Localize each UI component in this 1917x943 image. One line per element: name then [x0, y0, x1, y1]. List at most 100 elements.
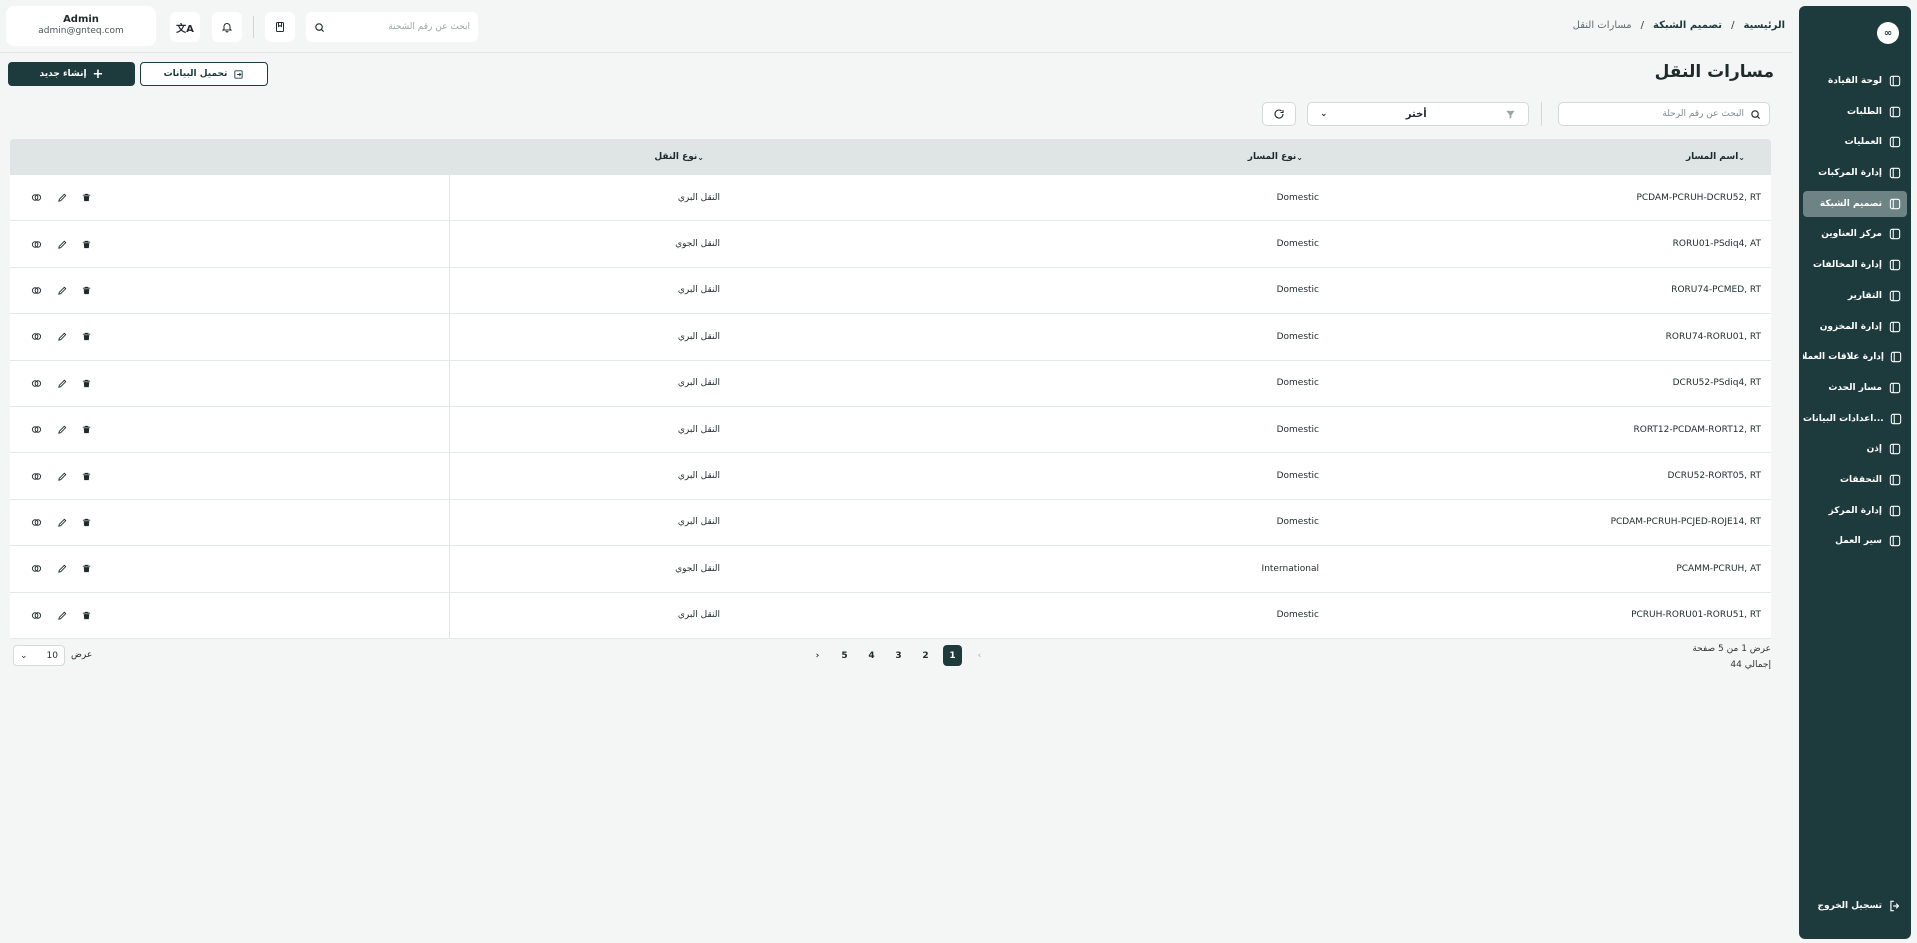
table-row[interactable]: RORU74-RORU01, RT Domestic النقل البري	[10, 314, 1771, 361]
sidebar-item-label: الطلبات	[1846, 106, 1882, 117]
table-row[interactable]: DCRU52-PSdiq4, RT Domestic النقل البري	[10, 360, 1771, 407]
filter-select[interactable]: ⌄ أختر	[1307, 102, 1529, 126]
delete-button[interactable]	[76, 373, 96, 393]
edit-button[interactable]	[52, 559, 72, 579]
link-button[interactable]	[25, 604, 47, 626]
trash-icon	[82, 425, 90, 434]
breadcrumb-home[interactable]: الرئيسية	[1743, 20, 1785, 31]
delete-button[interactable]	[76, 512, 96, 532]
sidebar-item-dashboard[interactable]: لوحة القيادة	[1803, 68, 1907, 94]
route-name-cell: RORU74-PCMED, RT	[1671, 285, 1761, 296]
user-card[interactable]: Admin admin@gnteq.com	[6, 6, 156, 46]
edit-button[interactable]	[52, 512, 72, 532]
delete-button[interactable]	[76, 605, 96, 625]
edit-button[interactable]	[52, 466, 72, 486]
link-button[interactable]	[25, 187, 47, 209]
link-button[interactable]	[25, 558, 47, 580]
delete-button[interactable]	[76, 559, 96, 579]
table-row[interactable]: PCDAM-PCRUH-DCRU52, RT Domestic النقل البر…	[10, 175, 1771, 222]
table-row[interactable]: RORU01-PSdiq4, AT Domestic النقل الجوي	[10, 221, 1771, 268]
table-row[interactable]: PCRUH-RORU01-RORU51, RT Domestic النقل الب…	[10, 592, 1771, 639]
network-icon	[1887, 196, 1903, 212]
trip-search-input[interactable]: البحث عن رقم الرحلة	[1558, 102, 1770, 126]
page-4-button[interactable]: 4	[862, 645, 881, 666]
route-icon	[1887, 380, 1903, 396]
pencil-icon	[57, 611, 66, 620]
sidebar-item-center[interactable]: إدارة المركز	[1803, 498, 1907, 524]
prev-page-button[interactable]: ‹	[970, 645, 989, 666]
transport-mode-cell: النقل البري	[677, 517, 720, 528]
table-row[interactable]: PCAMM-PCRUH, AT International النقل الجوي	[10, 546, 1771, 593]
sidebar-item-network[interactable]: تصميم الشبكة	[1803, 190, 1907, 217]
refresh-button[interactable]	[1262, 102, 1296, 126]
bookmark-button[interactable]	[265, 12, 295, 42]
page-5-button[interactable]: 5	[835, 645, 854, 666]
shipment-search[interactable]: ابحث عن رقم الشحنة	[306, 12, 478, 42]
sidebar-item-crm[interactable]: إدارة علاقات العملاء	[1803, 344, 1907, 370]
edit-button[interactable]	[52, 605, 72, 625]
edit-button[interactable]	[52, 234, 72, 254]
sidebar-item-violations[interactable]: إدارة المخالفات	[1803, 252, 1907, 278]
sidebar-item-database[interactable]: اعدادات البيانات...	[1803, 406, 1907, 432]
column-transport-mode[interactable]: نوع النقل ⌄	[654, 139, 720, 175]
delete-button[interactable]	[76, 466, 96, 486]
edit-button[interactable]	[52, 373, 72, 393]
delete-button[interactable]	[76, 188, 96, 208]
delete-button[interactable]	[76, 234, 96, 254]
sidebar-item-route[interactable]: مسار الحدث	[1803, 375, 1907, 401]
download-data-button[interactable]: تحميل البيانات	[140, 62, 268, 86]
sidebar-item-reports[interactable]: التقارير	[1803, 283, 1907, 309]
link-button[interactable]	[25, 372, 47, 394]
sidebar-item-orders[interactable]: الطلبات	[1803, 99, 1907, 125]
logout-icon	[1887, 898, 1903, 914]
sidebar-item-operations[interactable]: العمليات	[1803, 129, 1907, 155]
sidebar-nav: لوحة القيادة الطلبات العمليات إدارة المركبا…	[1799, 68, 1911, 559]
delete-button[interactable]	[76, 280, 96, 300]
route-name-cell: PCDAM-PCRUH-PCJED-ROJE14, RT	[1610, 517, 1761, 528]
sidebar-item-workflow[interactable]: سير العمل	[1803, 528, 1907, 554]
sidebar-item-truck[interactable]: إدارة المركبات	[1803, 160, 1907, 186]
page-1-button[interactable]: 1	[943, 645, 962, 666]
column-route-name[interactable]: اسم المسار ⌄	[1686, 139, 1761, 175]
next-page-button[interactable]: ›	[808, 645, 827, 666]
edit-button[interactable]	[52, 280, 72, 300]
app-logo[interactable]: ∞	[1877, 22, 1899, 44]
link-button[interactable]	[25, 419, 47, 441]
column-route-type[interactable]: نوع المسار ⌄	[1248, 139, 1319, 175]
delete-button[interactable]	[76, 327, 96, 347]
sidebar-item-tools[interactable]: التحققات	[1803, 467, 1907, 493]
page-3-button[interactable]: 3	[889, 645, 908, 666]
logout-button[interactable]: تسجيل الخروج	[1803, 893, 1907, 919]
link-button[interactable]	[25, 233, 47, 255]
link-button[interactable]	[25, 279, 47, 301]
create-new-label: إنشاء جديد	[39, 69, 87, 79]
edit-button[interactable]	[52, 420, 72, 440]
notifications-button[interactable]	[212, 12, 242, 42]
sidebar-item-inventory[interactable]: إدارة المخزون	[1803, 314, 1907, 340]
sidebar-item-label: مركز العناوين	[1821, 229, 1882, 240]
trash-icon	[82, 240, 90, 248]
table-row[interactable]: RORT12-PCDAM-RORT12, RT Domestic النقل الب…	[10, 406, 1771, 454]
table-row[interactable]: PCDAM-PCRUH-PCJED-ROJE14, RT Domestic النق…	[10, 499, 1771, 547]
edit-button[interactable]	[52, 327, 72, 347]
create-new-button[interactable]: إنشاء جديد +	[8, 62, 135, 86]
page-2-button[interactable]: 2	[916, 645, 935, 666]
language-button[interactable]: 文A	[170, 12, 200, 42]
link-icon	[31, 519, 41, 526]
sidebar-item-location[interactable]: مركز العناوين	[1803, 221, 1907, 247]
edit-button[interactable]	[52, 188, 72, 208]
table-row[interactable]: RORU74-PCMED, RT Domestic النقل البري	[10, 267, 1771, 315]
link-button[interactable]	[25, 326, 47, 348]
link-icon	[31, 472, 41, 480]
breadcrumb-network-design[interactable]: تصميم الشبكة	[1653, 20, 1722, 31]
delete-button[interactable]	[76, 420, 96, 440]
table-row[interactable]: DCRU52-RORT05, RT Domestic النقل البري	[10, 453, 1771, 500]
truck-icon	[1887, 165, 1903, 181]
row-actions	[10, 175, 450, 221]
link-button[interactable]	[25, 465, 47, 487]
row-actions	[10, 221, 450, 267]
link-button[interactable]	[25, 511, 47, 533]
page-size-select[interactable]: ⌄ 10	[13, 645, 65, 666]
sidebar-item-users[interactable]: إذن	[1803, 436, 1907, 462]
route-type-cell: Domestic	[1276, 471, 1319, 482]
